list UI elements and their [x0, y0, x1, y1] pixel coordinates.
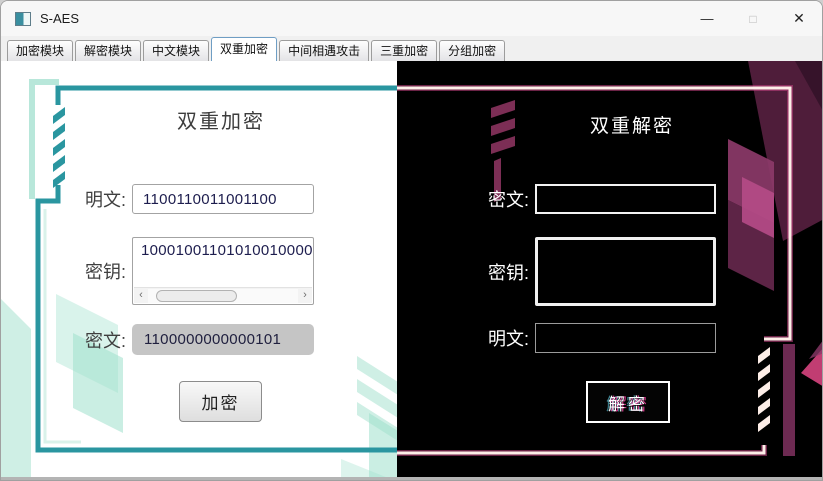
plaintext-row: 明文:: [66, 184, 314, 214]
encrypt-button[interactable]: 加密: [179, 381, 262, 422]
window-controls: — □ ✕: [684, 1, 822, 36]
close-button[interactable]: ✕: [776, 1, 822, 36]
tab-block-encrypt[interactable]: 分组加密: [439, 40, 505, 61]
tab-decrypt-module[interactable]: 解密模块: [75, 40, 141, 61]
tab-bar: 加密模块 解密模块 中文模块 双重加密 中间相遇攻击 三重加密 分组加密: [1, 36, 822, 61]
decrypt-key-input[interactable]: [535, 237, 716, 306]
key-label: 密钥:: [66, 258, 126, 284]
ciphertext-row: 密文:: [66, 324, 314, 355]
decrypt-panel: 双重解密 密文: 密钥: 明文: 解密: [397, 61, 823, 481]
maximize-button[interactable]: □: [730, 1, 776, 36]
decrypt-plaintext-row: 明文:: [469, 323, 716, 353]
scroll-left-icon[interactable]: ‹: [134, 288, 148, 303]
scroll-right-icon[interactable]: ›: [298, 288, 312, 303]
decrypt-plaintext-output[interactable]: [535, 323, 716, 353]
tab-triple-encrypt[interactable]: 三重加密: [371, 40, 437, 61]
encrypt-panel: 双重加密 明文: 密钥: 10001001101010010000 ‹ ›: [1, 61, 397, 481]
decrypt-key-label: 密钥:: [469, 259, 529, 285]
decrypt-ciphertext-input[interactable]: [535, 184, 716, 214]
decrypt-ciphertext-row: 密文:: [469, 184, 716, 214]
encrypt-panel-title: 双重加密: [73, 105, 369, 134]
window-title: S-AES: [40, 11, 79, 26]
tab-encrypt-module[interactable]: 加密模块: [7, 40, 73, 61]
scrollbar-thumb[interactable]: [156, 290, 237, 302]
tab-chinese-module[interactable]: 中文模块: [143, 40, 209, 61]
tab-page-double-encrypt: 双重加密 明文: 密钥: 10001001101010010000 ‹ ›: [1, 61, 823, 481]
key-horizontal-scrollbar[interactable]: ‹ ›: [134, 287, 312, 303]
ciphertext-label: 密文:: [66, 327, 126, 353]
decrypt-key-row: 密钥:: [469, 237, 716, 306]
decrypt-plaintext-label: 明文:: [469, 325, 529, 351]
scrollbar-track[interactable]: [148, 289, 298, 303]
decrypt-ciphertext-label: 密文:: [469, 186, 529, 212]
tab-mitm-attack[interactable]: 中间相遇攻击: [279, 40, 369, 61]
tab-double-encrypt[interactable]: 双重加密: [211, 37, 277, 61]
window-bottom-edge: [1, 477, 822, 480]
key-value: 10001001101010010000: [141, 242, 312, 259]
key-input[interactable]: 10001001101010010000 ‹ ›: [132, 237, 314, 305]
key-row: 密钥: 10001001101010010000 ‹ ›: [66, 237, 314, 305]
ciphertext-output: [132, 324, 314, 355]
minimize-button[interactable]: —: [684, 1, 730, 36]
app-icon: [15, 12, 31, 26]
decrypt-panel-title: 双重解密: [442, 111, 822, 138]
plaintext-input[interactable]: [132, 184, 314, 214]
decrypt-button[interactable]: 解密: [586, 381, 670, 423]
app-window: S-AES — □ ✕ 加密模块 解密模块 中文模块 双重加密 中间相遇攻击 三…: [0, 0, 823, 481]
plaintext-label: 明文:: [66, 186, 126, 212]
title-bar: S-AES — □ ✕: [1, 1, 822, 36]
